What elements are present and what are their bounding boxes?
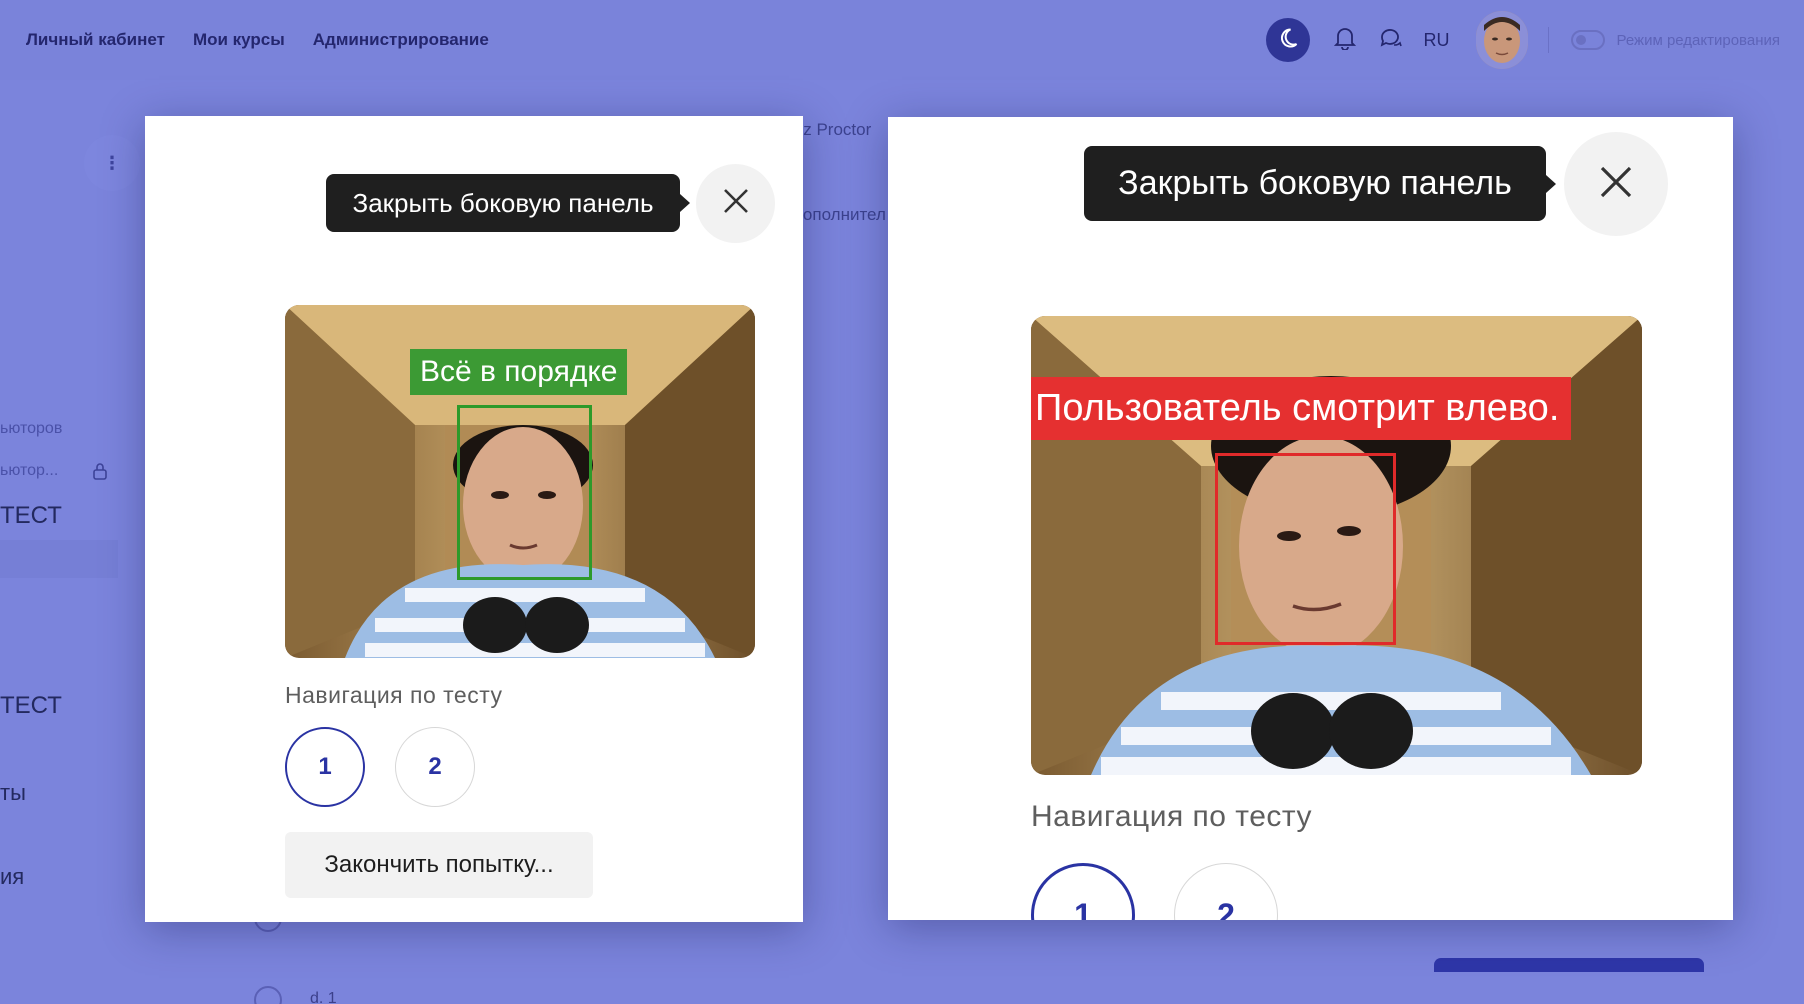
sidebar-item[interactable]: ия xyxy=(0,864,24,890)
notifications-button[interactable] xyxy=(1332,27,1358,53)
close-sidebar-button[interactable] xyxy=(1564,132,1668,236)
close-sidebar-tooltip: Закрыть боковую панель xyxy=(1084,146,1546,221)
webcam-preview: Пользователь смотрит влево. xyxy=(1031,316,1642,775)
edit-mode-label: Режим редактирования xyxy=(1616,31,1780,49)
user-avatar[interactable] xyxy=(1475,11,1528,69)
nav-link-administration[interactable]: Администрирование xyxy=(313,30,489,50)
webcam-preview: Всё в порядке xyxy=(285,305,755,658)
divider xyxy=(1547,27,1549,53)
sidebar-section[interactable]: ТЕСТ xyxy=(0,502,62,530)
close-sidebar-button[interactable] xyxy=(696,164,775,243)
sidebar-section[interactable]: ТЕСТ xyxy=(0,692,62,720)
face-detection-box xyxy=(457,405,592,580)
close-sidebar-tooltip: Закрыть боковую панель xyxy=(326,174,680,232)
nav-link-dashboard[interactable]: Личный кабинет xyxy=(26,30,165,50)
sidebar-item[interactable]: ты xyxy=(0,780,26,806)
dark-mode-button[interactable] xyxy=(1265,18,1310,62)
language-selector[interactable]: RU xyxy=(1424,30,1450,51)
answer-label: d. 1 xyxy=(310,990,337,1004)
sidebar-item[interactable]: ьюторов xyxy=(0,420,62,438)
question-1-button[interactable]: 1 xyxy=(1031,863,1135,920)
finish-attempt-button[interactable]: Закончить попытку... xyxy=(285,832,593,898)
top-right-controls: RU Режим редактирования xyxy=(1265,0,1780,80)
question-2-button[interactable]: 2 xyxy=(1174,863,1278,920)
face-status-ok-label: Всё в порядке xyxy=(410,349,628,395)
top-navbar: Личный кабинет Мои курсы Администрирован… xyxy=(0,0,1804,80)
sidebar-selected-row xyxy=(0,540,118,578)
more-options-button[interactable]: ⋮ xyxy=(84,135,140,191)
submit-button-edge[interactable] xyxy=(1434,958,1704,972)
close-icon xyxy=(1598,164,1634,205)
sidebar-item[interactable]: ьютор... xyxy=(0,462,58,480)
moon-icon xyxy=(1276,26,1300,55)
close-icon xyxy=(722,187,750,220)
proctoring-sidebar-left: Закрыть боковую панель Всё в порядке Нав… xyxy=(145,116,803,922)
question-2-button[interactable]: 2 xyxy=(395,727,475,807)
face-status-warning-label: Пользователь смотрит влево. xyxy=(1031,377,1572,440)
nav-links: Личный кабинет Мои курсы Администрирован… xyxy=(26,30,489,50)
tab-hint[interactable]: дополнител xyxy=(793,205,886,225)
messages-button[interactable] xyxy=(1378,27,1404,53)
quiz-navigation-title: Навигация по тесту xyxy=(285,682,503,708)
more-vertical-icon: ⋮ xyxy=(103,152,121,173)
edit-mode-toggle[interactable] xyxy=(1570,30,1605,50)
bell-icon xyxy=(1333,26,1356,55)
face-detection-box xyxy=(1215,453,1396,645)
proctoring-sidebar-right: Закрыть боковую панель Пользователь смот… xyxy=(888,117,1733,920)
lock-icon xyxy=(92,462,108,485)
chat-icon xyxy=(1379,27,1403,54)
nav-link-my-courses[interactable]: Мои курсы xyxy=(193,30,285,50)
answer-radio[interactable] xyxy=(254,986,282,1004)
quiz-navigation-title: Навигация по тесту xyxy=(1031,800,1312,833)
question-1-button[interactable]: 1 xyxy=(285,727,365,807)
